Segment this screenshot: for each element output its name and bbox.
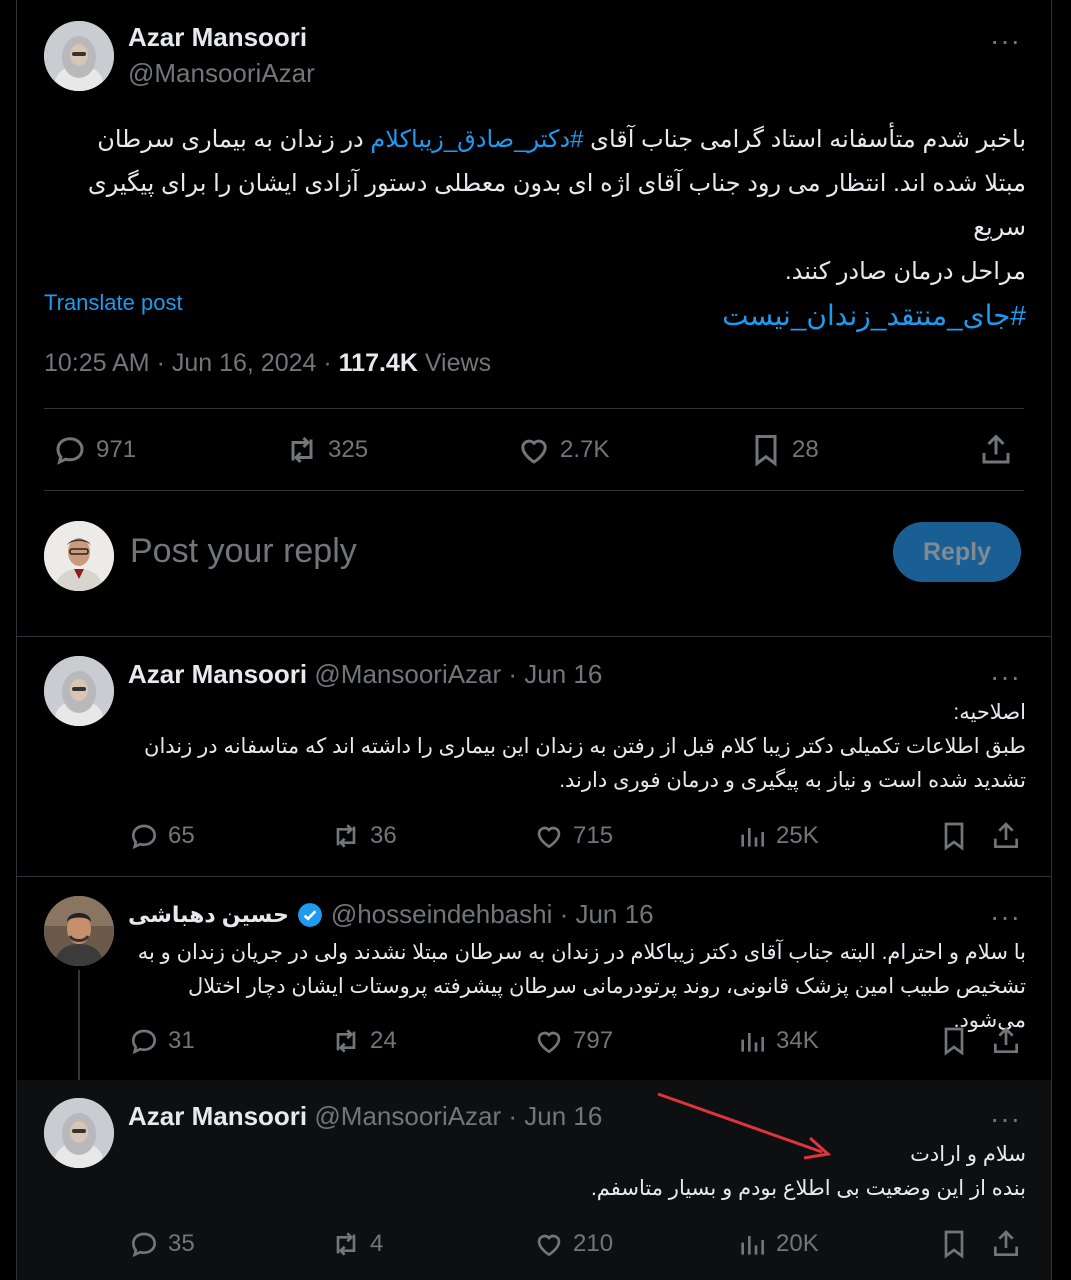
reply-input[interactable]: Post your reply: [130, 532, 357, 571]
bookmark-action[interactable]: 28: [748, 432, 819, 468]
heart-icon: [537, 1031, 561, 1054]
thread-line: [78, 970, 80, 1096]
reply-author-name[interactable]: Azar Mansoori: [128, 1101, 307, 1131]
share-action[interactable]: [990, 1025, 1022, 1057]
reply-author-avatar[interactable]: [44, 656, 114, 726]
bookmark-icon: [944, 1027, 964, 1056]
reply-handle-date[interactable]: @MansooriAzar · Jun 16: [314, 1101, 602, 1131]
repost-icon: [336, 824, 356, 848]
reply-header: Azar Mansoori @MansooriAzar · Jun 16: [128, 659, 602, 690]
reply-icon: [131, 1232, 157, 1258]
analytics-icon: [741, 1236, 764, 1255]
reply-author-avatar[interactable]: [44, 896, 114, 966]
bookmark-icon: [944, 1230, 964, 1259]
bookmark-action[interactable]: [938, 1025, 970, 1057]
share-action[interactable]: [990, 1228, 1022, 1260]
reply-header: Azar Mansoori @MansooriAzar · Jun 16: [128, 1101, 602, 1132]
analytics-icon: [741, 828, 764, 847]
reply-action[interactable]: 35: [128, 1228, 195, 1260]
reply-icon: [131, 824, 157, 850]
more-options-icon[interactable]: ···: [990, 663, 1021, 691]
share-icon: [994, 1027, 1018, 1053]
views-action[interactable]: 25K: [736, 820, 819, 852]
share-action[interactable]: [990, 820, 1022, 852]
views-label: Views: [417, 349, 492, 377]
author-handle[interactable]: @MansooriAzar: [128, 58, 315, 89]
views-action[interactable]: 20K: [736, 1228, 819, 1260]
hashtag-link[interactable]: #دکتر_صادق_زیباکلام: [370, 126, 583, 153]
more-options-icon[interactable]: ···: [990, 27, 1021, 55]
share-action[interactable]: [978, 432, 1014, 468]
repost-action[interactable]: 36: [330, 820, 397, 852]
translate-post-link[interactable]: Translate post: [44, 290, 183, 316]
repost-icon: [291, 436, 313, 464]
share-icon: [982, 434, 1010, 464]
reply-header: حسین دهباشی @hosseindehbashi · Jun 16: [128, 899, 654, 930]
reply-action[interactable]: 31: [128, 1025, 195, 1057]
reply-action[interactable]: 65: [128, 820, 195, 852]
share-icon: [994, 822, 1018, 848]
reply-handle-date[interactable]: @MansooriAzar · Jun 16: [314, 659, 602, 689]
like-action[interactable]: 715: [533, 820, 613, 852]
share-icon: [994, 1230, 1018, 1256]
annotation-arrow: [657, 1092, 832, 1160]
bookmark-icon: [944, 822, 964, 851]
post-body-line-1: باخبر شدم متأسفانه استاد گرامی جناب آقای…: [97, 126, 1026, 153]
bookmark-action[interactable]: [938, 1228, 970, 1260]
views-action[interactable]: 34K: [736, 1025, 819, 1057]
reply-body: با سلام و احترام. البته جناب آقای دکتر ز…: [137, 941, 1026, 1032]
reply-action[interactable]: 971: [52, 432, 136, 468]
bookmark-icon: [755, 435, 777, 467]
verified-badge-icon: [297, 902, 322, 927]
current-user-avatar[interactable]: [44, 521, 114, 591]
post-timestamp[interactable]: 10:25 AM · Jun 16, 2024 ·: [44, 349, 339, 377]
author-name[interactable]: Azar Mansoori: [128, 22, 307, 53]
analytics-icon: [741, 1033, 764, 1052]
divider: [44, 490, 1024, 491]
reply-icon: [131, 1029, 157, 1055]
reply-author-name[interactable]: حسین دهباشی: [128, 902, 289, 928]
post-body-line-2: مبتلا شده اند. انتظار می رود جناب آقای ا…: [87, 170, 1026, 241]
like-action[interactable]: 210: [533, 1228, 613, 1260]
reply-author-avatar[interactable]: [44, 1098, 114, 1168]
repost-action[interactable]: 24: [330, 1025, 397, 1057]
heart-icon: [521, 439, 547, 464]
reply-handle-date[interactable]: @hosseindehbashi · Jun 16: [331, 899, 654, 930]
repost-action[interactable]: 4: [330, 1228, 383, 1260]
heart-icon: [537, 826, 561, 849]
repost-icon: [336, 1029, 356, 1053]
post-meta: 10:25 AM · Jun 16, 2024 · 117.4K Views: [44, 349, 491, 378]
post-body: باخبر شدم متأسفانه استاد گرامی جناب آقای…: [44, 118, 1026, 338]
more-options-icon[interactable]: ···: [990, 903, 1021, 931]
views-count: 117.4K: [338, 349, 418, 377]
repost-icon: [336, 1232, 356, 1256]
divider: [44, 408, 1024, 409]
reply-body: سلام و ارادت بنده از این وضعیت بی اطلاع …: [590, 1143, 1026, 1200]
reply-body: اصلاحیه: طبق اطلاعات تکمیلی دکتر زیبا کل…: [144, 701, 1026, 792]
repost-action[interactable]: 325: [284, 432, 368, 468]
reply-author-name[interactable]: Azar Mansoori: [128, 659, 307, 689]
like-action[interactable]: 2.7K: [516, 432, 609, 468]
bookmark-action[interactable]: [938, 820, 970, 852]
divider: [16, 636, 1052, 637]
hashtag-link[interactable]: #جای_منتقد_زندان_نیست: [44, 294, 1026, 338]
heart-icon: [537, 1234, 561, 1257]
author-avatar[interactable]: [44, 21, 114, 91]
more-options-icon[interactable]: ···: [990, 1105, 1021, 1133]
reply-button[interactable]: Reply: [893, 522, 1021, 582]
divider: [16, 876, 1052, 877]
reply-icon: [56, 437, 84, 465]
like-action[interactable]: 797: [533, 1025, 613, 1057]
post-body-line-3: مراحل درمان صادر کنند.: [785, 258, 1026, 285]
